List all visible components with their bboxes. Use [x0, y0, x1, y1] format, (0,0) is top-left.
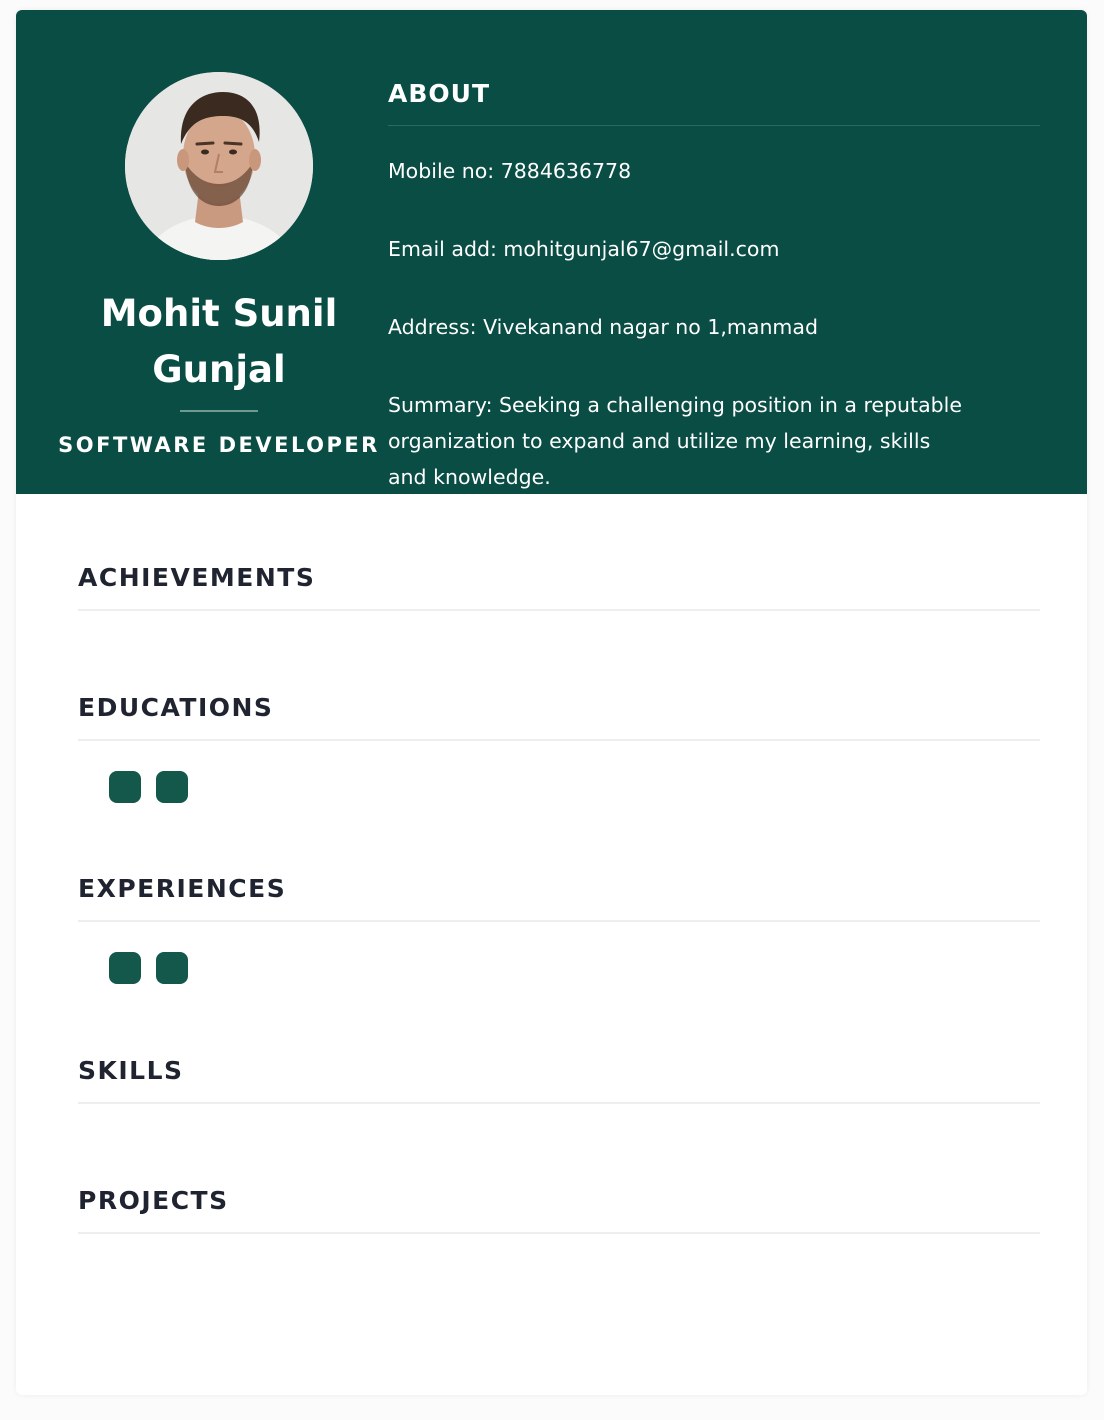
- skills-heading: SKILLS: [78, 1056, 184, 1085]
- projects-heading: PROJECTS: [78, 1186, 229, 1215]
- about-address: Address: Vivekanand nagar no 1,manmad: [388, 315, 818, 339]
- educations-divider: [78, 739, 1040, 741]
- education-edit-button[interactable]: [109, 771, 141, 803]
- achievements-divider: [78, 609, 1040, 611]
- experiences-section: EXPERIENCES: [78, 869, 1040, 922]
- about-email: Email add: mohitgunjal67@gmail.com: [388, 237, 780, 261]
- about-divider: [388, 125, 1040, 126]
- about-heading: ABOUT: [388, 79, 491, 108]
- projects-section: PROJECTS: [78, 1181, 1040, 1234]
- skills-section: SKILLS: [78, 1051, 1040, 1104]
- avatar-image: [125, 72, 313, 260]
- skills-divider: [78, 1102, 1040, 1104]
- educations-heading: EDUCATIONS: [78, 693, 274, 722]
- resume-card: Mohit Sunil Gunjal SOFTWARE DEVELOPER AB…: [16, 10, 1087, 1395]
- achievements-heading: ACHIEVEMENTS: [78, 563, 316, 592]
- about-section: ABOUT Mobile no: 7884636778 Email add: m…: [388, 74, 1040, 489]
- experience-edit-button[interactable]: [109, 952, 141, 984]
- achievements-section: ACHIEVEMENTS: [78, 558, 1040, 611]
- resume-header: Mohit Sunil Gunjal SOFTWARE DEVELOPER AB…: [16, 10, 1087, 494]
- projects-divider: [78, 1232, 1040, 1234]
- profile-name: Mohit Sunil Gunjal: [100, 292, 338, 391]
- educations-controls: [109, 771, 203, 803]
- education-delete-button[interactable]: [156, 771, 188, 803]
- about-summary: Summary: Seeking a challenging position …: [388, 393, 962, 489]
- experiences-heading: EXPERIENCES: [78, 874, 287, 903]
- profile-title: SOFTWARE DEVELOPER: [58, 433, 380, 457]
- experiences-divider: [78, 920, 1040, 922]
- experiences-controls: [109, 952, 203, 984]
- name-divider: [180, 410, 258, 412]
- educations-section: EDUCATIONS: [78, 688, 1040, 741]
- about-mobile: Mobile no: 7884636778: [388, 159, 632, 183]
- experience-delete-button[interactable]: [156, 952, 188, 984]
- avatar: [125, 72, 313, 260]
